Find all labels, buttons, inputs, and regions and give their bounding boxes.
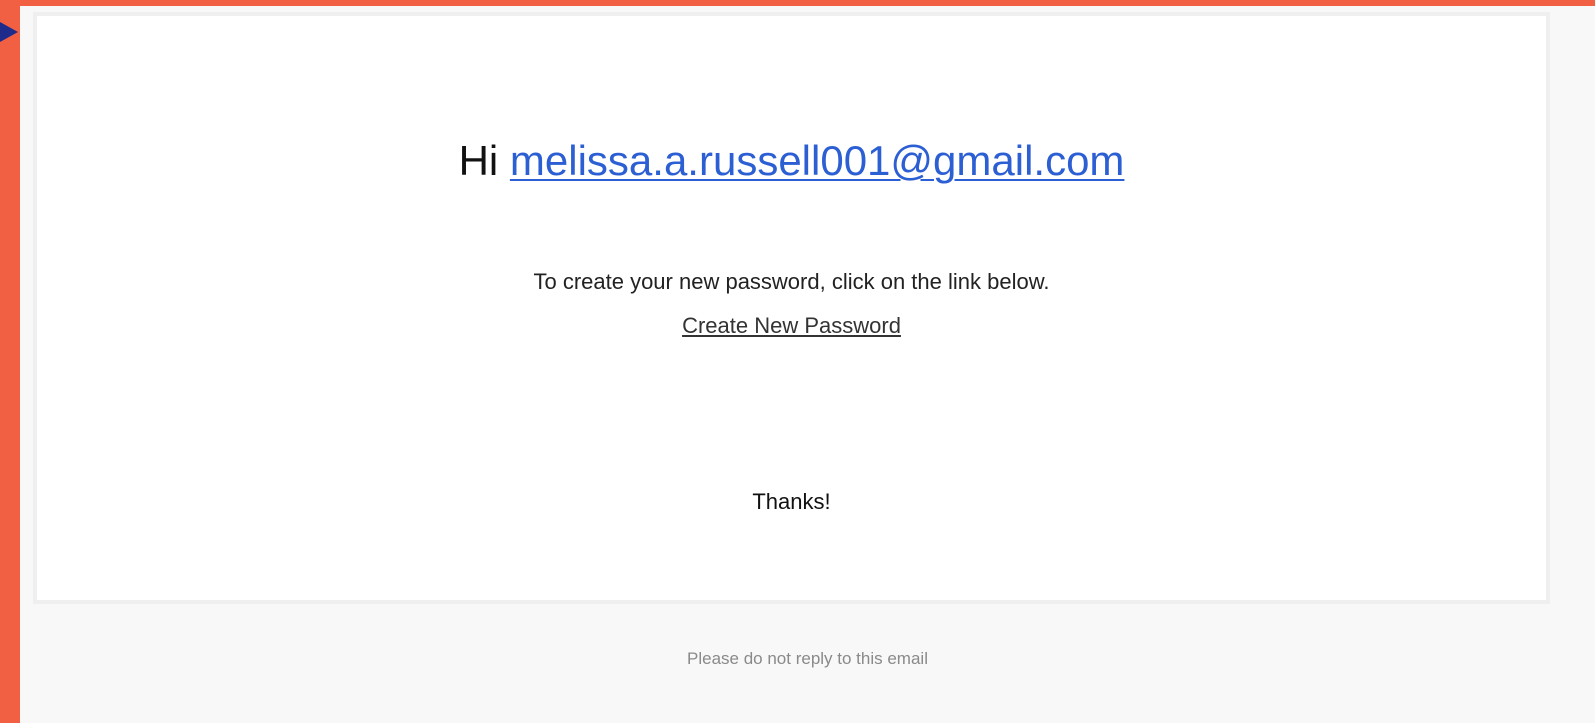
greeting-line: Hi melissa.a.russell001@gmail.com <box>37 140 1546 182</box>
thanks-text: Thanks! <box>752 489 831 514</box>
create-new-password-link[interactable]: Create New Password <box>682 313 901 338</box>
instruction-text: To create your new password, click on th… <box>533 269 1050 294</box>
recipient-email-link[interactable]: melissa.a.russell001@gmail.com <box>510 137 1125 184</box>
email-card: Hi melissa.a.russell001@gmail.com To cre… <box>33 12 1550 604</box>
arrow-right-icon <box>0 22 18 42</box>
greeting-prefix: Hi <box>458 137 499 184</box>
create-password-link-container: Create New Password <box>37 313 1546 339</box>
footer-note: Please do not reply to this email <box>687 649 928 668</box>
email-canvas: Hi melissa.a.russell001@gmail.com To cre… <box>20 6 1595 723</box>
